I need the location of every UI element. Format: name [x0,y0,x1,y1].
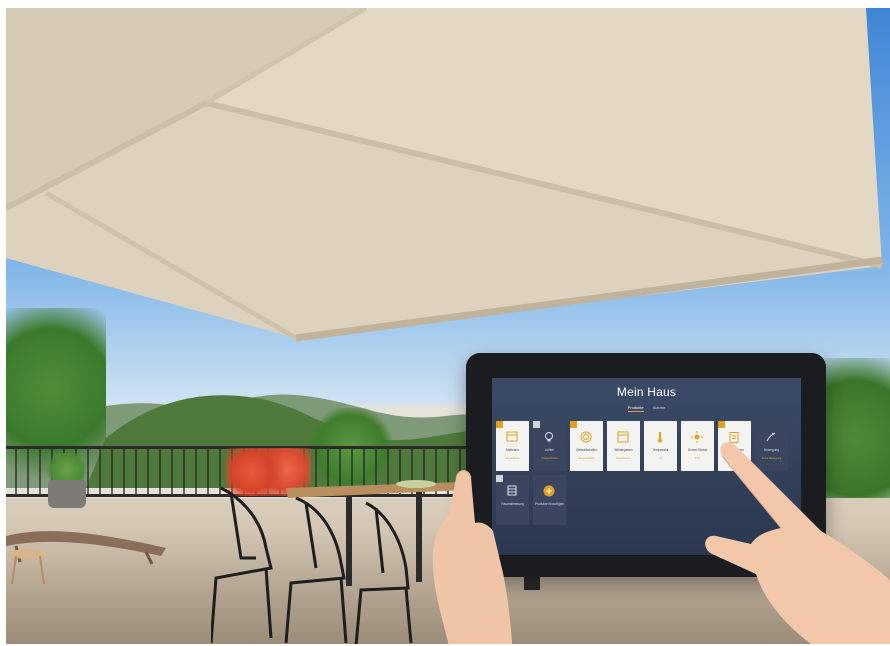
terrace-scene: Mein Haus Produkte Alarme Markisen Einge… [6,8,890,644]
tile-label: Lichter [544,448,555,452]
window-icon [617,431,629,443]
tab-produkte[interactable]: Produkte [627,405,644,412]
tile-label: Wintergarten [614,448,633,452]
tile-label: Temperatur [652,448,669,452]
tile-label: Markisen [506,448,519,452]
bulb-icon [545,432,553,442]
left-hand [432,470,513,644]
side-table [9,549,47,585]
tile-label: Zentralschalter [575,448,598,452]
thermometer-icon [658,432,662,443]
right-hand [705,442,890,644]
tile-status: Ausgeschaltet [578,457,595,460]
tile-corner [496,421,503,428]
tile-temperatur[interactable]: Temperatur 22° [644,421,677,471]
awning-icon [506,431,518,442]
tab-alarme[interactable]: Alarme [653,405,666,411]
target-icon [580,431,592,443]
awning [6,8,883,342]
tile-wintergarten[interactable]: Wintergarten Eingefahren [607,421,640,471]
tile-status: Eingefahren [505,457,520,460]
tile-corner [718,421,725,428]
tab-bar: Produkte Alarme [492,405,801,412]
tile-corner [570,421,577,428]
tile-corner [533,421,540,428]
screen-title: Mein Haus [616,385,677,399]
tile-zentralschalter[interactable]: Zentralschalter Ausgeschaltet [570,421,603,471]
tile-status: Eingefahren [616,457,631,460]
chairs [211,486,413,644]
add-icon [543,485,555,497]
tile-status: Ausgeschaltet [541,457,558,460]
tile-status: 22° [658,457,663,460]
plant-pot [48,480,86,508]
